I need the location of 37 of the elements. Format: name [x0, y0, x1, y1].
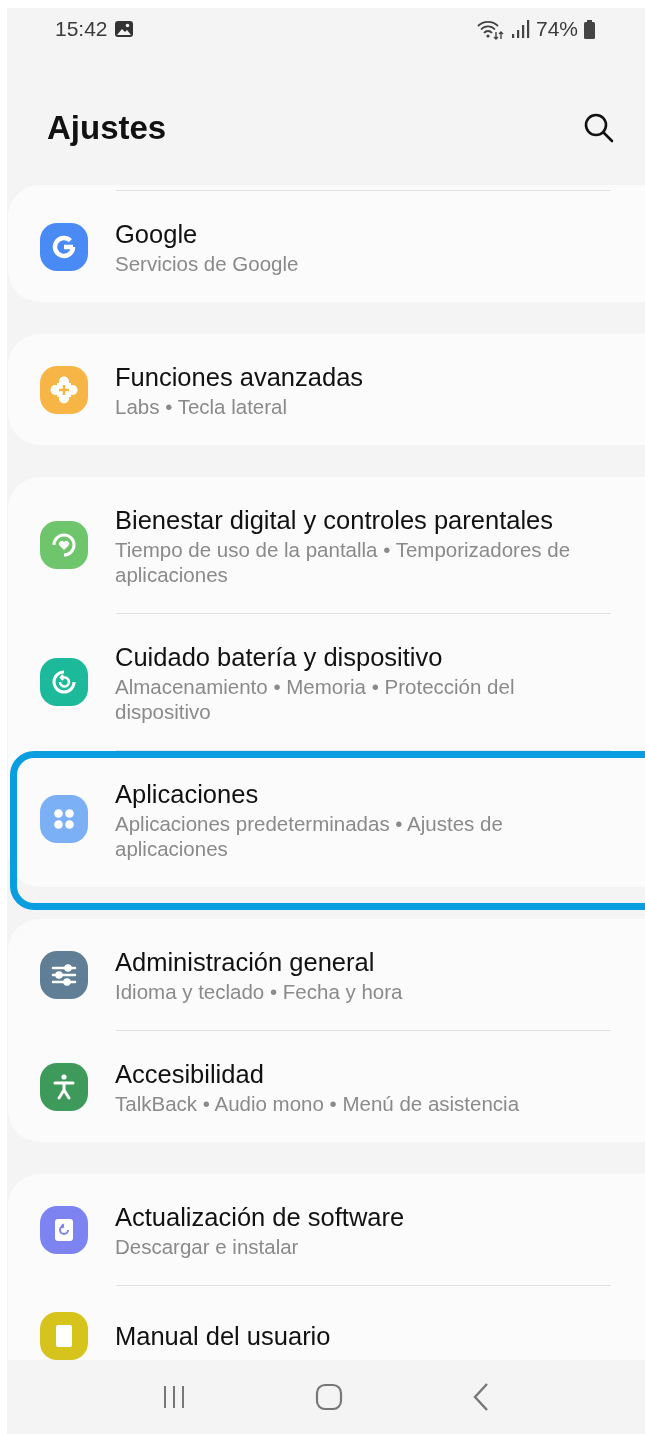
back-icon[interactable]	[471, 1382, 491, 1412]
battery-percent: 74%	[535, 17, 578, 41]
settings-item[interactable]: Accesibilidad TalkBack • Audio mono • Menú de asistencia	[8, 1031, 645, 1142]
home-icon[interactable]	[315, 1383, 343, 1411]
item-subtitle: Labs • Tecla lateral	[115, 394, 289, 419]
item-subtitle: Idioma y teclado • Fecha y hora	[115, 979, 403, 1004]
page-title: Ajustes	[47, 108, 167, 147]
settings-item[interactable]: Actualización de software Descargar e instalar	[8, 1174, 645, 1285]
settings-item[interactable]: Bienestar digital y controles parentales Tiempo de uso de la pantalla • Temporizadores de aplicaciones	[8, 477, 645, 613]
item-subtitle: TalkBack • Audio mono • Menú de asistencia	[115, 1091, 520, 1116]
item-subtitle: Tiempo de uso de la pantalla • Temporizadores de aplicaciones	[115, 537, 572, 587]
search-icon[interactable]	[583, 111, 615, 144]
item-title: Actualización de software	[115, 1202, 405, 1233]
recents-icon[interactable]	[161, 1384, 187, 1410]
settings-item[interactable]: Cuidado batería y dispositivo Almacenamiento • Memoria • Protección del dispositivo	[8, 614, 645, 750]
item-subtitle: Almacenamiento • Memoria • Protección del dispositivo	[115, 674, 516, 724]
item-subtitle: Descargar e instalar	[115, 1234, 300, 1259]
item-title: Bienestar digital y controles parentales	[115, 505, 554, 536]
settings-item[interactable]: Google Servicios de Google	[8, 191, 645, 302]
settings-item[interactable]: Funciones avanzadas Labs • Tecla lateral	[8, 334, 645, 445]
item-title: Cuidado batería y dispositivo	[115, 642, 444, 673]
item-title: Aplicaciones	[115, 779, 260, 810]
item-subtitle: Servicios de Google	[115, 251, 299, 276]
image-icon	[113, 20, 134, 38]
item-title: Funciones avanzadas	[115, 362, 364, 393]
settings-item[interactable]: Manual del usuario	[8, 1286, 645, 1360]
signal-icon	[509, 19, 530, 39]
status-time: 15:42	[55, 17, 108, 41]
settings-item[interactable]: Administración general Idioma y teclado • Fecha y hora	[8, 919, 645, 1030]
item-subtitle: Aplicaciones predeterminadas • Ajustes de aplicaciones	[115, 811, 504, 861]
wifi-icon	[475, 18, 504, 40]
item-title: Manual del usuario	[115, 1321, 331, 1352]
item-title: Accesibilidad	[115, 1059, 265, 1090]
settings-item[interactable]: Aplicaciones Aplicaciones predeterminadas • Ajustes de aplicaciones	[8, 751, 645, 887]
item-title: Administración general	[115, 947, 376, 978]
item-title: Google	[115, 219, 199, 250]
battery-icon	[584, 19, 595, 39]
